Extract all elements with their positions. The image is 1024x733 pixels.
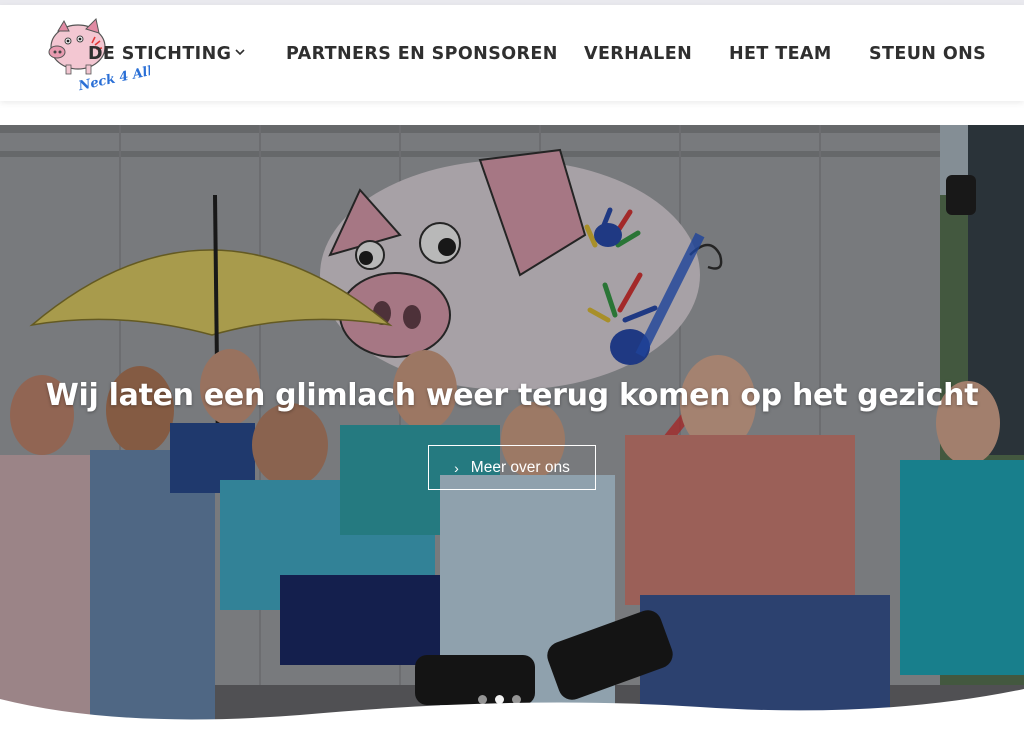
hero-slider: Wij laten een glimlach weer terug komen … [0, 125, 1024, 733]
main-navigation: DE STICHTING PARTNERS EN SPONSOREN VERHA… [0, 5, 1024, 101]
chevron-right-icon: › [454, 459, 459, 476]
nav-item-het-team[interactable]: HET TEAM [729, 44, 832, 64]
nav-item-partners-en-sponsoren[interactable]: PARTNERS EN SPONSOREN [286, 44, 558, 64]
hero-dim-overlay [0, 125, 1024, 733]
nav-item-steun-ons[interactable]: STEUN ONS [869, 44, 986, 64]
nav-item-de-stichting[interactable]: DE STICHTING [88, 44, 245, 64]
nav-item-verhalen[interactable]: VERHALEN [584, 44, 692, 64]
site-header: Neck 4 All DE STICHTING PARTNERS EN SPON… [0, 5, 1024, 101]
hero-bottom-wave [0, 689, 1024, 733]
hero-title: Wij laten een glimlach weer terug komen … [45, 378, 979, 413]
meer-over-ons-button[interactable]: › Meer over ons [428, 445, 596, 490]
hero-button-label: Meer over ons [470, 458, 570, 476]
chevron-down-icon [235, 49, 245, 56]
nav-label: DE STICHTING [88, 44, 232, 64]
